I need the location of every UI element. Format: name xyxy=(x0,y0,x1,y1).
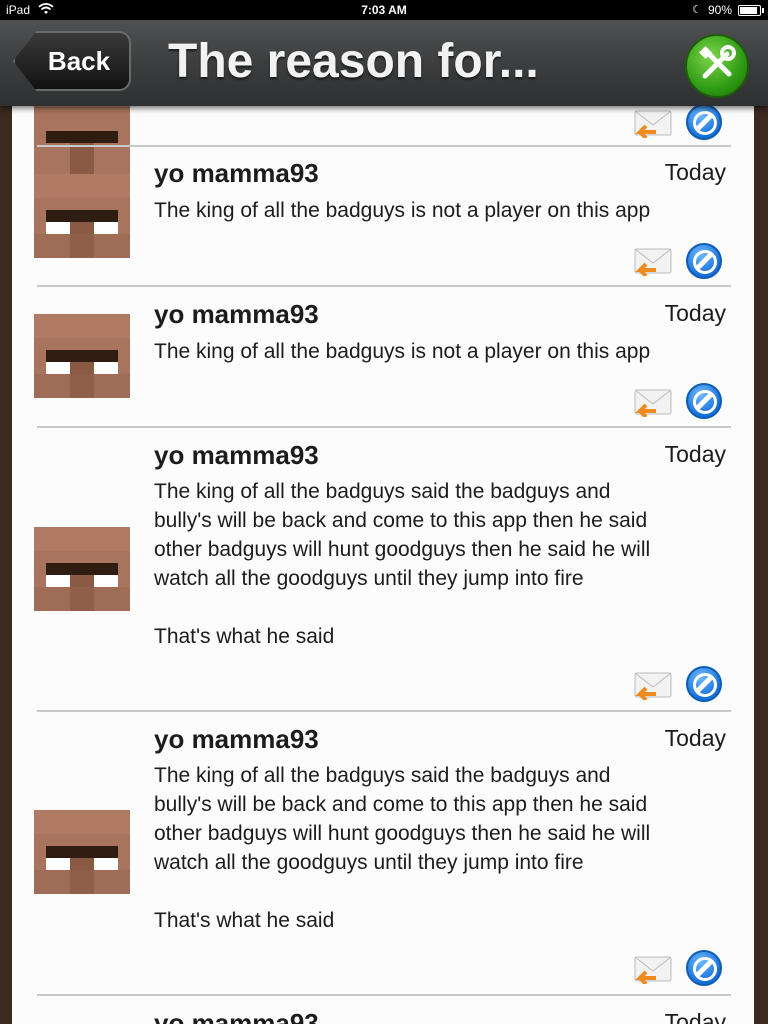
reply-icon[interactable] xyxy=(634,670,672,702)
post-username[interactable]: yo mamma93 xyxy=(154,299,319,330)
avatar xyxy=(34,809,130,895)
reply-icon[interactable] xyxy=(634,108,672,140)
divider xyxy=(37,710,731,712)
post-username[interactable]: yo mamma93 xyxy=(154,158,319,189)
divider xyxy=(37,285,731,287)
divider xyxy=(37,426,731,428)
post-username[interactable]: yo mamma93 xyxy=(154,1008,319,1024)
post-date: Today xyxy=(664,441,726,467)
battery-percentage: 90% xyxy=(708,3,733,17)
avatar xyxy=(34,313,130,399)
status-bar: iPad 7:03 AM ☾ 90% xyxy=(0,0,768,20)
block-icon[interactable] xyxy=(686,106,722,140)
divider xyxy=(37,145,731,147)
page-title: The reason for... xyxy=(168,35,539,88)
comment-list[interactable]: yo mamma93 Today The king of all the bad… xyxy=(12,106,754,1024)
post-text: The king of all the badguys said the bad… xyxy=(154,480,651,648)
post-date: Today xyxy=(664,1009,726,1024)
post-text: The king of all the badguys is not a pla… xyxy=(154,340,651,363)
clock: 7:03 AM xyxy=(361,3,407,17)
avatar xyxy=(34,173,130,259)
do-not-disturb-icon: ☾ xyxy=(692,4,702,16)
block-icon[interactable] xyxy=(686,383,722,419)
avatar xyxy=(34,526,130,612)
post-date: Today xyxy=(664,300,726,326)
tools-icon xyxy=(697,44,737,89)
post-text: The king of all the badguys said the bad… xyxy=(154,764,651,932)
reply-icon[interactable] xyxy=(634,246,672,278)
block-icon[interactable] xyxy=(686,243,722,279)
post-date: Today xyxy=(664,725,726,751)
block-icon[interactable] xyxy=(686,666,722,702)
tools-button[interactable] xyxy=(685,34,749,98)
battery-icon xyxy=(738,5,764,16)
post-date: Today xyxy=(664,159,726,185)
post-text: The king of all the badguys is not a pla… xyxy=(154,199,651,222)
avatar xyxy=(34,106,130,180)
divider xyxy=(37,994,731,996)
block-icon[interactable] xyxy=(686,950,722,986)
post-username[interactable]: yo mamma93 xyxy=(154,724,319,755)
post-username[interactable]: yo mamma93 xyxy=(154,440,319,471)
reply-icon[interactable] xyxy=(634,387,672,419)
back-button[interactable]: Back xyxy=(13,31,131,91)
reply-icon[interactable] xyxy=(634,954,672,986)
navigation-bar: Back The reason for... xyxy=(0,20,768,106)
